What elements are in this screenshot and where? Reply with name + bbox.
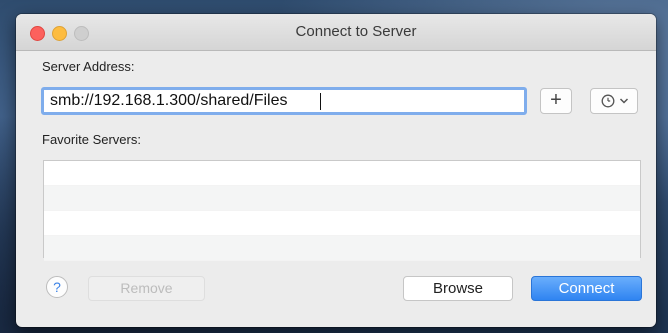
connect-to-server-window: Connect to Server Server Address: + Favo… — [16, 14, 656, 327]
favorite-servers-list[interactable] — [43, 160, 641, 261]
add-favorite-button[interactable]: + — [540, 88, 572, 114]
favorite-servers-label: Favorite Servers: — [42, 132, 141, 147]
list-item[interactable] — [44, 236, 640, 261]
connect-button[interactable]: Connect — [531, 276, 642, 301]
browse-button[interactable]: Browse — [403, 276, 513, 301]
remove-button[interactable]: Remove — [88, 276, 205, 301]
text-caret — [320, 93, 321, 110]
help-button[interactable]: ? — [46, 276, 68, 298]
zoom-button[interactable] — [74, 26, 89, 41]
title-bar[interactable]: Connect to Server — [16, 14, 656, 51]
list-item[interactable] — [44, 161, 640, 186]
recent-servers-button[interactable] — [590, 88, 638, 114]
server-address-input[interactable] — [41, 87, 527, 115]
server-address-label: Server Address: — [42, 59, 135, 74]
list-item[interactable] — [44, 211, 640, 236]
close-button[interactable] — [30, 26, 45, 41]
clock-icon — [601, 94, 615, 108]
list-item[interactable] — [44, 186, 640, 211]
minimize-button[interactable] — [52, 26, 67, 41]
window-title: Connect to Server — [295, 23, 417, 40]
chevron-down-icon — [619, 98, 629, 104]
